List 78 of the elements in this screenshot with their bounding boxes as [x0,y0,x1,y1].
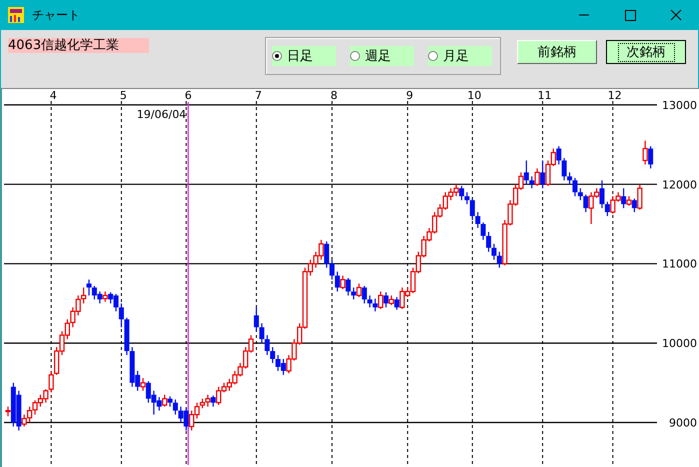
candlestick [102,290,108,302]
candlestick [459,185,464,201]
candlestick [372,298,378,312]
candlestick [556,146,562,166]
candlestick [140,377,146,392]
candlestick [534,168,540,186]
candlestick [172,398,178,416]
cursor-date: 19/06/04 [136,108,186,121]
candlestick [351,286,356,300]
candlestick [168,396,172,408]
candlestick [562,157,567,181]
candlestick [578,188,583,201]
candlestick [567,172,572,185]
month-label: 8 [330,89,338,102]
price-label: 13000 [662,98,697,112]
stock-nav-button[interactable]: 次銘柄 [606,40,686,64]
candlestick [264,334,270,356]
period-radio[interactable]: 日足 [272,46,336,66]
month-label: 7 [254,89,262,102]
candlestick [540,160,546,189]
candlestick [480,222,486,240]
candlestick [86,278,92,296]
period-radio[interactable]: 週足 [350,46,414,66]
candlestick [470,198,475,221]
price-label: 9000 [669,416,697,430]
candlestick [583,194,588,213]
candlestick [626,196,632,206]
candlestick [210,394,216,408]
candlestick [642,140,648,166]
candlestick [162,394,168,408]
candlestick [388,294,394,306]
month-label: 12 [608,89,622,102]
candlestick [524,160,529,185]
month-label: 5 [120,89,127,102]
price-label: 11000 [662,258,697,271]
candlestick [118,302,124,328]
month-label: 9 [406,89,414,102]
candlestick [259,322,264,344]
candlestick [346,277,351,296]
candlestick [572,177,578,197]
candlestick [367,294,372,308]
month-label: 6 [184,89,192,102]
candlestick [378,290,384,310]
period-radio[interactable]: 月足 [428,46,492,66]
candlestick [632,198,637,213]
candlestick [604,201,610,217]
candlestick [330,259,334,280]
candlestick [334,271,340,292]
month-label: 10 [467,89,482,102]
month-label: 11 [538,89,552,102]
candlestick [486,231,492,252]
candlestick [324,240,330,268]
candlestick [5,406,11,417]
candlestick [362,285,367,304]
candlestick [496,251,502,268]
stock-name: 4063信越化学工業 [8,38,149,53]
stock-nav-button[interactable]: 前銘柄 [517,40,597,64]
month-label: 4 [50,89,57,102]
candlestick [648,146,654,170]
candlestick [492,243,496,260]
candlestick [475,211,480,229]
candlestick [340,275,346,290]
price-label: 12000 [662,178,697,192]
candlestick [621,188,626,209]
candlestick [464,192,470,205]
candlestick [81,286,86,304]
candlestick [529,176,534,189]
candlestick [270,346,276,364]
candlestick [356,282,362,298]
candlestick [254,306,259,332]
candlestick [48,370,54,393]
price-label: 10000 [662,337,697,350]
candlestick [394,296,400,310]
candlestick [600,180,604,209]
chart-app-icon [8,7,24,23]
window-title: チャート [32,6,80,24]
candlestick [637,184,642,210]
candlestick [384,292,388,308]
